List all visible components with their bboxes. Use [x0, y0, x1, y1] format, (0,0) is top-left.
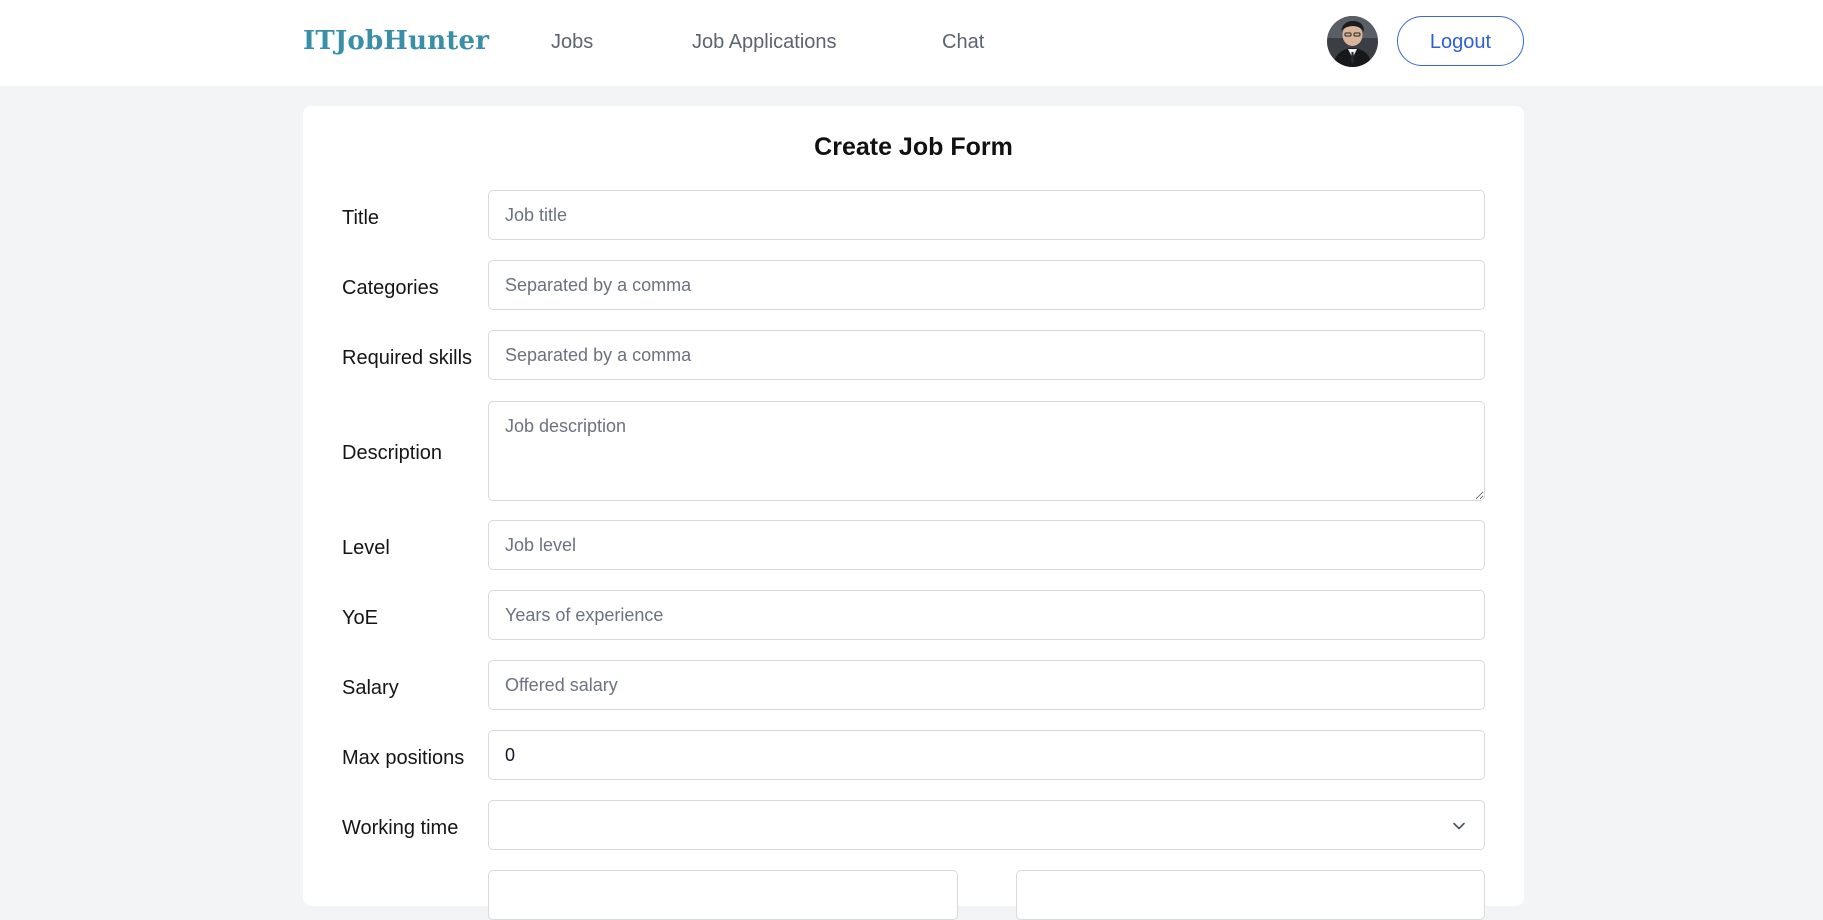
salary-input[interactable]	[488, 660, 1485, 710]
required-skills-input[interactable]	[488, 330, 1485, 380]
top-navbar: ITJobHunter Jobs Job Applications Chat L…	[0, 0, 1823, 86]
brand-logo[interactable]: ITJobHunter	[303, 24, 489, 58]
salary-label: Salary	[342, 677, 399, 699]
nav-link-job-applications[interactable]: Job Applications	[692, 28, 837, 56]
user-avatar[interactable]	[1327, 16, 1378, 67]
next-row-left-field[interactable]	[488, 870, 958, 920]
logout-button[interactable]: Logout	[1397, 16, 1524, 66]
title-label: Title	[342, 207, 380, 229]
categories-input[interactable]	[488, 260, 1485, 310]
yoe-label: YoE	[342, 607, 378, 629]
job-description-textarea[interactable]	[488, 401, 1485, 501]
nav-link-jobs[interactable]: Jobs	[551, 28, 593, 56]
years-of-experience-input[interactable]	[488, 590, 1485, 640]
job-level-input[interactable]	[488, 520, 1485, 570]
chevron-down-icon	[1453, 822, 1465, 830]
max-positions-label: Max positions	[342, 747, 465, 769]
max-positions-input[interactable]	[488, 730, 1485, 780]
nav-link-chat[interactable]: Chat	[942, 28, 984, 56]
job-title-input[interactable]	[488, 190, 1485, 240]
description-label: Description	[342, 442, 443, 464]
next-row-right-field[interactable]	[1016, 870, 1485, 920]
level-label: Level	[342, 537, 390, 559]
required-skills-label: Required skills	[342, 347, 473, 369]
avatar-image	[1327, 16, 1378, 67]
working-time-select[interactable]	[488, 800, 1485, 850]
categories-label: Categories	[342, 277, 439, 299]
create-job-form-card: Create Job Form Title Categories Require…	[303, 106, 1524, 920]
form-title: Create Job Form	[814, 133, 1013, 161]
working-time-label: Working time	[342, 817, 459, 839]
